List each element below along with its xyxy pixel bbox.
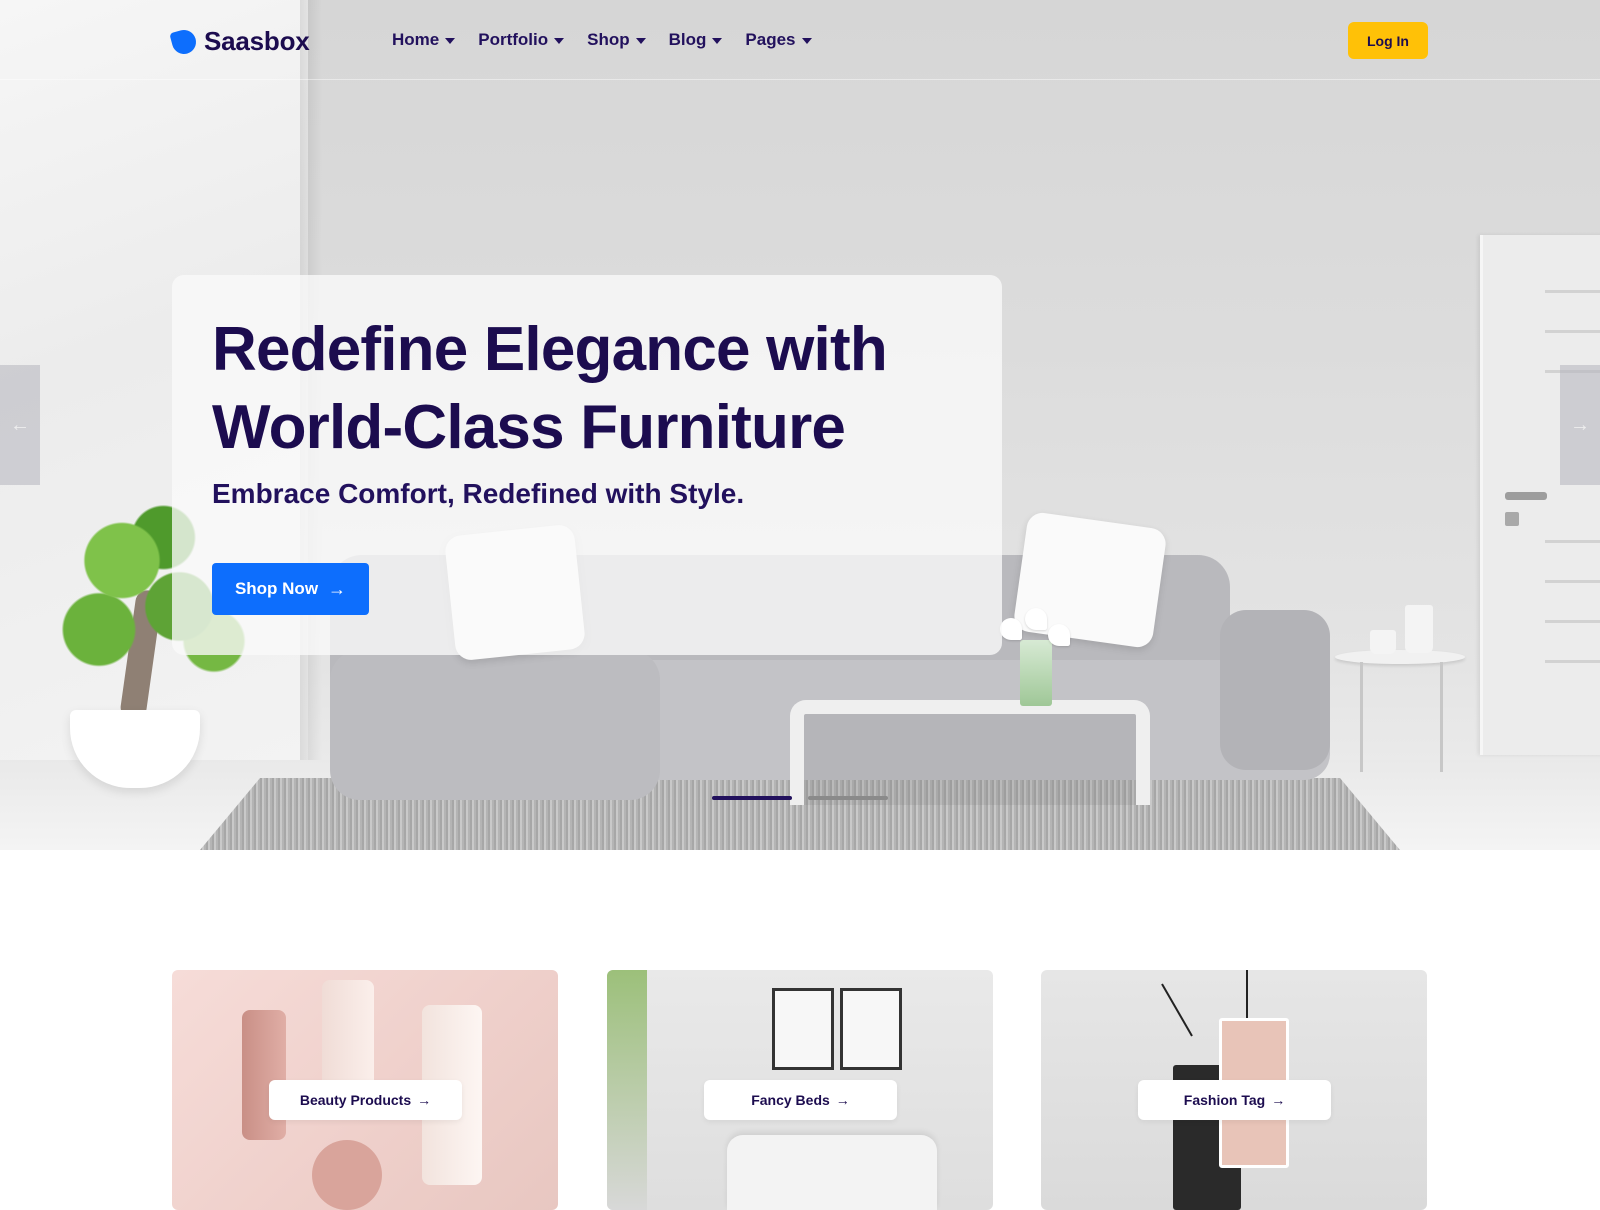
coffee-table	[790, 700, 1150, 805]
side-table	[1335, 650, 1465, 664]
door-panel-line	[1545, 660, 1600, 663]
side-table-leg	[1440, 662, 1443, 772]
arrow-right-icon: →	[835, 1092, 850, 1108]
door-panel-line	[1545, 540, 1600, 543]
nav-item-pages[interactable]: Pages	[745, 30, 812, 50]
caret-down-icon	[445, 38, 456, 44]
nav-label: Shop	[587, 30, 630, 49]
small-plant-pot	[1405, 605, 1433, 653]
logo-icon	[169, 26, 199, 57]
slider-dot-1[interactable]	[712, 796, 792, 800]
door-panel-line	[1545, 580, 1600, 583]
door-panel-line	[1545, 620, 1600, 623]
door-panel-line	[1545, 330, 1600, 333]
category-cards: Beauty Products → Fancy Beds → Fashion T…	[172, 970, 1428, 1210]
category-label[interactable]: Beauty Products →	[269, 1080, 462, 1120]
nav-item-blog[interactable]: Blog	[669, 30, 723, 50]
door-lock	[1505, 512, 1519, 526]
hero-title: Redefine Elegance with World-Class Furni…	[212, 315, 888, 462]
brand-name: Saasbox	[204, 26, 310, 56]
shop-now-button[interactable]: Shop Now →	[212, 563, 369, 615]
sofa-chaise	[330, 650, 660, 800]
flower	[1025, 608, 1047, 630]
nav-label: Portfolio	[478, 30, 549, 49]
slider-dot-2[interactable]	[808, 796, 888, 800]
slider-next-button[interactable]: →	[1560, 365, 1600, 485]
site-header: Saasbox Home Portfolio Shop Blog Pages L…	[0, 0, 1600, 80]
category-name: Fancy Beds	[751, 1092, 830, 1108]
caret-down-icon	[554, 38, 565, 44]
wall-art-frame	[840, 988, 902, 1070]
side-table-leg	[1360, 662, 1363, 772]
arrow-right-icon: →	[328, 579, 347, 599]
category-label[interactable]: Fashion Tag →	[1138, 1080, 1331, 1120]
shop-now-label: Shop Now	[234, 579, 319, 598]
wall-art-frame	[772, 988, 834, 1070]
category-card-beauty[interactable]: Beauty Products →	[172, 970, 558, 1210]
category-label[interactable]: Fancy Beds →	[704, 1080, 897, 1120]
category-name: Beauty Products	[299, 1092, 412, 1108]
arrow-left-icon: ←	[10, 413, 30, 436]
login-button[interactable]: Log In	[1348, 22, 1428, 59]
category-card-fashion-tag[interactable]: Fashion Tag →	[1041, 970, 1427, 1210]
sofa-arm	[1220, 610, 1330, 770]
nav-label: Blog	[668, 30, 707, 49]
arrow-right-icon: →	[1271, 1092, 1286, 1108]
caret-down-icon	[801, 38, 812, 44]
cosmetic-bottle	[242, 1010, 286, 1140]
hero-card: Redefine Elegance with World-Class Furni…	[172, 275, 1002, 655]
slider-pagination	[712, 796, 888, 800]
arrow-right-icon: →	[417, 1092, 432, 1108]
flower	[1000, 618, 1022, 640]
category-card-beds[interactable]: Fancy Beds →	[607, 970, 993, 1210]
nav-label: Home	[392, 30, 440, 49]
bed-image	[727, 1135, 937, 1210]
category-name: Fashion Tag	[1183, 1092, 1266, 1108]
tag-string	[1161, 983, 1193, 1037]
hero-subtitle: Embrace Comfort, Redefined with Style.	[212, 478, 745, 509]
caret-down-icon	[712, 38, 723, 44]
caret-down-icon	[635, 38, 646, 44]
slider-prev-button[interactable]: ←	[0, 365, 40, 485]
flower	[1048, 624, 1070, 646]
tag-string	[1246, 970, 1248, 1020]
main-nav: Home Portfolio Shop Blog Pages	[392, 30, 812, 50]
arrow-right-icon: →	[1570, 413, 1590, 436]
brand-logo[interactable]: Saasbox	[169, 26, 310, 57]
flower-vase	[1020, 640, 1052, 706]
door-handle	[1505, 492, 1547, 500]
small-plant-pot	[1370, 630, 1396, 654]
nav-item-home[interactable]: Home	[392, 30, 456, 50]
nav-item-shop[interactable]: Shop	[587, 30, 646, 50]
door-panel-line	[1545, 290, 1600, 293]
plant-image	[607, 970, 647, 1210]
nav-label: Pages	[745, 30, 796, 49]
nav-item-portfolio[interactable]: Portfolio	[478, 30, 565, 50]
